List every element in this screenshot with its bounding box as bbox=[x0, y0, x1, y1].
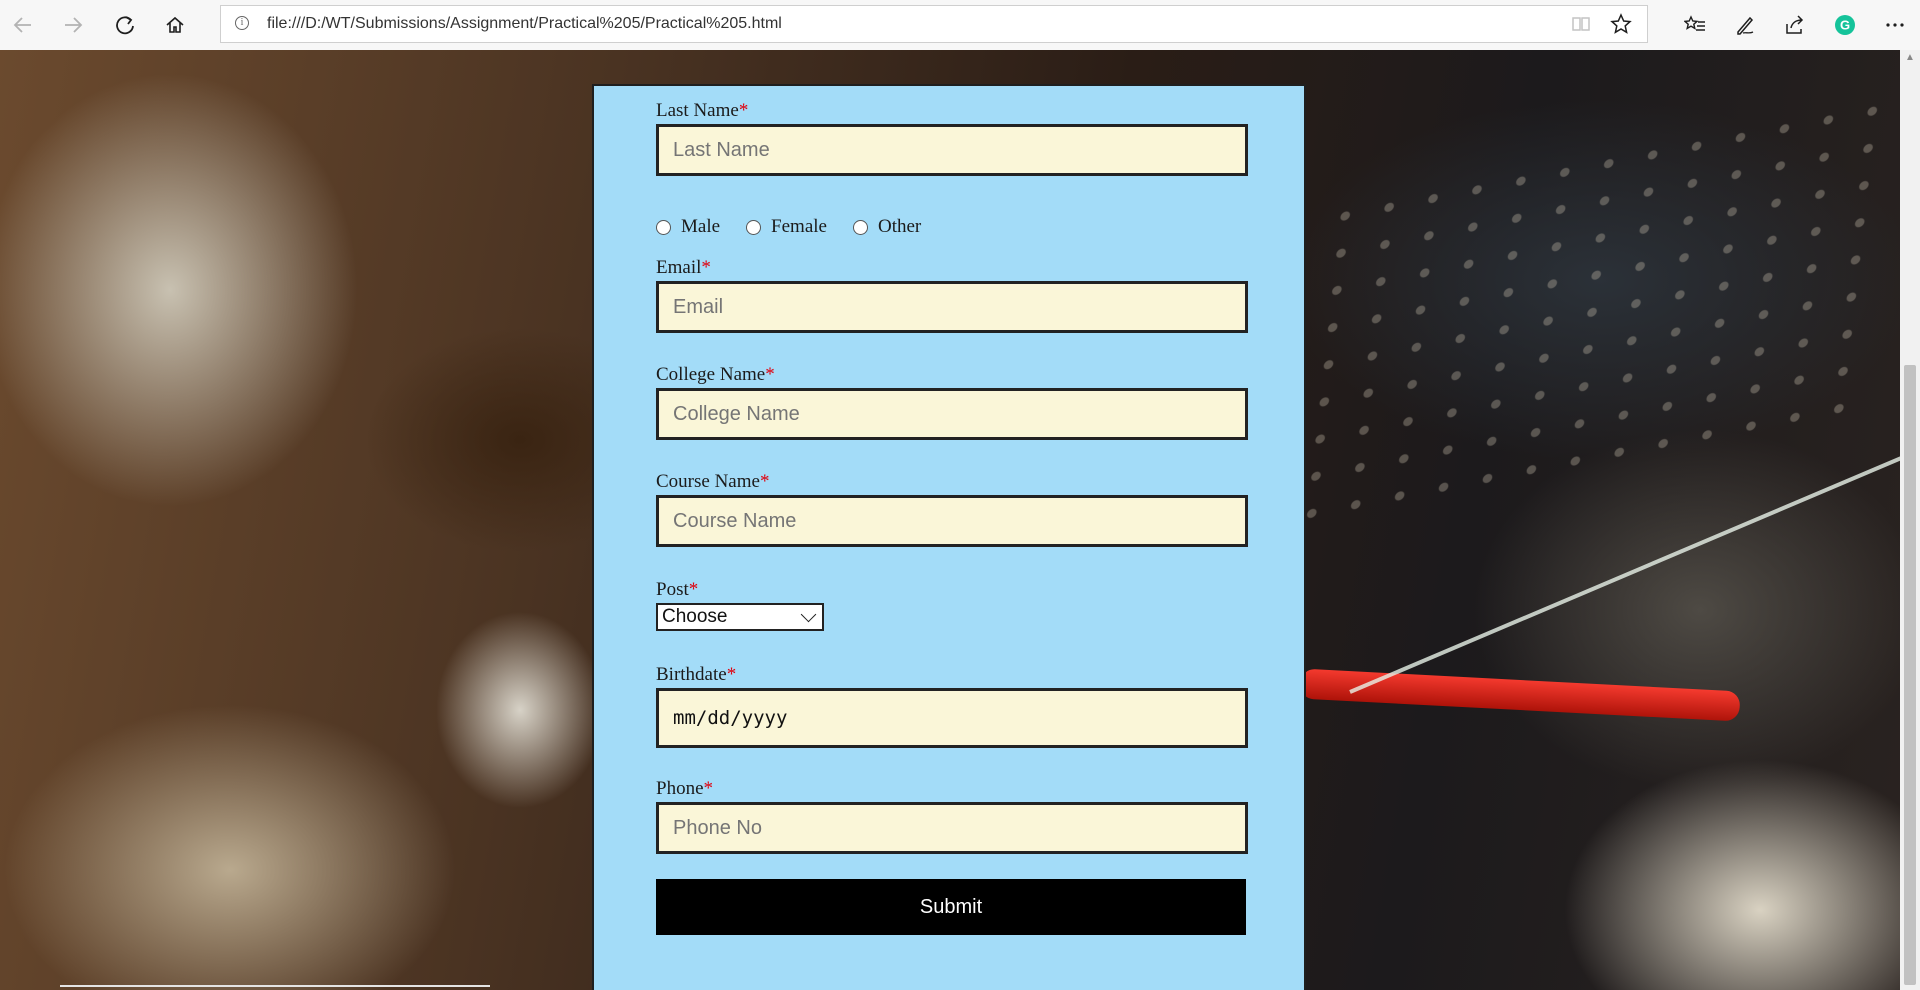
radio-button[interactable] bbox=[746, 219, 762, 235]
keyboard-background-image bbox=[1289, 85, 1900, 525]
gender-option-label: Other bbox=[877, 216, 922, 237]
forward-button[interactable] bbox=[56, 8, 90, 42]
pen-background-image bbox=[1299, 668, 1741, 722]
last-name-input[interactable] bbox=[656, 124, 1248, 176]
post-select[interactable]: Choose bbox=[656, 603, 824, 631]
arrow-left-icon bbox=[13, 17, 31, 33]
address-bar[interactable]: i file:///D:/WT/Submissions/Assignment/P… bbox=[220, 5, 1648, 43]
course-name-input[interactable] bbox=[656, 495, 1248, 547]
registration-form: Last Name* Male Female Other Email* Coll… bbox=[592, 84, 1306, 990]
refresh-button[interactable] bbox=[108, 8, 142, 42]
chevron-down-icon bbox=[800, 606, 817, 622]
post-label: Post* bbox=[656, 579, 699, 600]
birthdate-label: Birthdate* bbox=[656, 664, 737, 685]
svg-text:G: G bbox=[1840, 18, 1850, 33]
college-name-input[interactable] bbox=[656, 388, 1248, 440]
url-text[interactable]: file:///D:/WT/Submissions/Assignment/Pra… bbox=[267, 15, 782, 33]
more-menu-icon[interactable] bbox=[1880, 10, 1910, 40]
birthdate-value: mm/dd/yyyy bbox=[673, 707, 788, 729]
course-name-label: Course Name* bbox=[656, 471, 770, 492]
email-label: Email* bbox=[656, 257, 711, 278]
post-selected-value: Choose bbox=[662, 606, 728, 627]
gender-option-label: Male bbox=[681, 216, 721, 237]
home-icon bbox=[166, 16, 184, 33]
required-mark: * bbox=[759, 471, 770, 492]
arrow-right-icon bbox=[65, 17, 83, 33]
phone-input[interactable] bbox=[656, 802, 1248, 854]
divider bbox=[60, 985, 490, 987]
email-input[interactable] bbox=[656, 281, 1248, 333]
post-field: Post* Choose bbox=[656, 579, 824, 631]
last-name-field: Last Name* bbox=[656, 100, 1248, 176]
required-mark: * bbox=[703, 778, 714, 799]
required-mark: * bbox=[701, 257, 711, 278]
home-button[interactable] bbox=[158, 8, 192, 42]
college-name-label: College Name* bbox=[656, 364, 775, 385]
submit-button[interactable]: Submit bbox=[656, 879, 1246, 935]
grammarly-extension-icon[interactable]: G bbox=[1830, 10, 1860, 40]
gender-option-label: Female bbox=[771, 216, 827, 237]
college-name-field: College Name* bbox=[656, 364, 1248, 440]
page-background: Last Name* Male Female Other Email* Coll… bbox=[0, 50, 1900, 990]
back-button[interactable] bbox=[6, 8, 40, 42]
scrollbar-thumb[interactable] bbox=[1904, 365, 1916, 985]
gender-option-other[interactable]: Other bbox=[852, 216, 922, 238]
favorites-list-icon[interactable] bbox=[1680, 10, 1710, 40]
radio-button[interactable] bbox=[852, 219, 868, 235]
refresh-icon bbox=[116, 16, 134, 35]
pen-notes-icon[interactable] bbox=[1730, 10, 1760, 40]
last-name-label: Last Name* bbox=[656, 100, 749, 121]
birthdate-field: Birthdate* mm/dd/yyyy bbox=[656, 664, 1248, 748]
required-mark: * bbox=[726, 664, 737, 685]
phone-field: Phone* bbox=[656, 778, 1248, 854]
required-mark: * bbox=[765, 364, 775, 385]
gender-radio-group: Male Female Other bbox=[656, 216, 947, 238]
birthdate-input[interactable]: mm/dd/yyyy bbox=[656, 688, 1248, 748]
gender-option-female[interactable]: Female bbox=[746, 216, 827, 238]
reading-view-icon[interactable] bbox=[1569, 12, 1593, 36]
gender-option-male[interactable]: Male bbox=[656, 216, 720, 238]
email-field: Email* bbox=[656, 257, 1248, 333]
browser-toolbar: i file:///D:/WT/Submissions/Assignment/P… bbox=[0, 0, 1920, 51]
vertical-scrollbar[interactable]: ▲ bbox=[1900, 50, 1920, 990]
required-mark: * bbox=[738, 100, 749, 121]
phone-label: Phone* bbox=[656, 778, 714, 799]
favorite-star-icon[interactable] bbox=[1609, 12, 1633, 36]
radio-button[interactable] bbox=[656, 219, 671, 235]
course-name-field: Course Name* bbox=[656, 471, 1248, 547]
info-icon[interactable]: i bbox=[235, 16, 249, 30]
share-icon[interactable] bbox=[1780, 10, 1810, 40]
required-mark: * bbox=[688, 579, 699, 600]
scroll-up-icon[interactable]: ▲ bbox=[1905, 52, 1915, 63]
